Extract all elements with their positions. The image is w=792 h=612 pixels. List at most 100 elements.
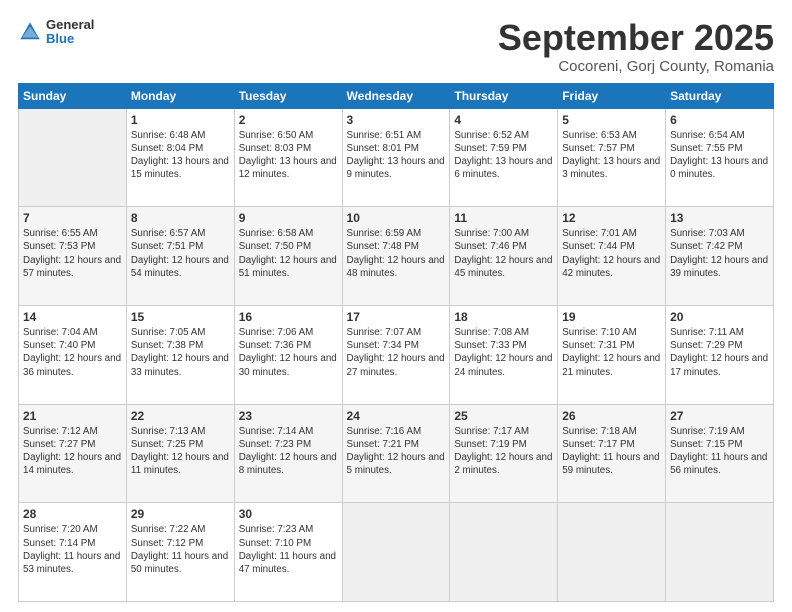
day-info: Sunrise: 7:19 AM Sunset: 7:15 PM Dayligh… <box>670 425 769 478</box>
day-number: 28 <box>23 507 122 521</box>
header-row: Sunday Monday Tuesday Wednesday Thursday… <box>19 83 774 108</box>
day-info: Sunrise: 7:11 AM Sunset: 7:29 PM Dayligh… <box>670 326 769 379</box>
day-number: 21 <box>23 409 122 423</box>
week-row-1: 1 Sunrise: 6:48 AM Sunset: 8:04 PM Daylig… <box>19 108 774 207</box>
col-monday: Monday <box>126 83 234 108</box>
day-cell: 1 Sunrise: 6:48 AM Sunset: 8:04 PM Daylig… <box>126 108 234 207</box>
day-info: Sunrise: 7:04 AM Sunset: 7:40 PM Dayligh… <box>23 326 122 379</box>
day-cell: 27 Sunrise: 7:19 AM Sunset: 7:15 PM Dayli… <box>666 404 774 503</box>
day-info: Sunrise: 7:10 AM Sunset: 7:31 PM Dayligh… <box>562 326 661 379</box>
day-info: Sunrise: 7:01 AM Sunset: 7:44 PM Dayligh… <box>562 227 661 280</box>
day-cell: 18 Sunrise: 7:08 AM Sunset: 7:33 PM Dayli… <box>450 305 558 404</box>
day-number: 2 <box>239 113 338 127</box>
day-cell: 15Sunrise: 7:05 AM Sunset: 7:38 PM Dayli… <box>126 305 234 404</box>
day-number: 17 <box>347 310 446 324</box>
day-cell: 6 Sunrise: 6:54 AM Sunset: 7:55 PM Daylig… <box>666 108 774 207</box>
day-info: Sunrise: 6:50 AM Sunset: 8:03 PM Dayligh… <box>239 129 338 182</box>
logo: General Blue <box>18 18 94 47</box>
day-cell: 2 Sunrise: 6:50 AM Sunset: 8:03 PM Daylig… <box>234 108 342 207</box>
day-cell <box>450 503 558 602</box>
day-number: 4 <box>454 113 553 127</box>
day-info: Sunrise: 6:48 AM Sunset: 8:04 PM Dayligh… <box>131 129 230 182</box>
day-info: Sunrise: 7:18 AM Sunset: 7:17 PM Dayligh… <box>562 425 661 478</box>
logo-general: General <box>46 18 94 32</box>
day-info: Sunrise: 6:57 AM Sunset: 7:51 PM Dayligh… <box>131 227 230 280</box>
col-friday: Friday <box>558 83 666 108</box>
day-number: 14 <box>23 310 122 324</box>
day-number: 15 <box>131 310 230 324</box>
day-cell: 21 Sunrise: 7:12 AM Sunset: 7:27 PM Dayli… <box>19 404 127 503</box>
day-number: 30 <box>239 507 338 521</box>
day-cell: 4 Sunrise: 6:52 AM Sunset: 7:59 PM Daylig… <box>450 108 558 207</box>
day-info: Sunrise: 6:54 AM Sunset: 7:55 PM Dayligh… <box>670 129 769 182</box>
logo-text: General Blue <box>46 18 94 47</box>
day-cell: 29Sunrise: 7:22 AM Sunset: 7:12 PM Dayli… <box>126 503 234 602</box>
day-cell: 14 Sunrise: 7:04 AM Sunset: 7:40 PM Dayli… <box>19 305 127 404</box>
day-number: 5 <box>562 113 661 127</box>
week-row-5: 28Sunrise: 7:20 AM Sunset: 7:14 PM Dayli… <box>19 503 774 602</box>
day-info: Sunrise: 6:58 AM Sunset: 7:50 PM Dayligh… <box>239 227 338 280</box>
day-info: Sunrise: 7:23 AM Sunset: 7:10 PM Dayligh… <box>239 523 338 576</box>
week-row-2: 7Sunrise: 6:55 AM Sunset: 7:53 PM Daylig… <box>19 207 774 306</box>
logo-blue: Blue <box>46 32 94 46</box>
location: Cocoreni, Gorj County, Romania <box>498 58 774 75</box>
day-info: Sunrise: 6:53 AM Sunset: 7:57 PM Dayligh… <box>562 129 661 182</box>
day-number: 24 <box>347 409 446 423</box>
day-cell: 19Sunrise: 7:10 AM Sunset: 7:31 PM Dayli… <box>558 305 666 404</box>
day-number: 16 <box>239 310 338 324</box>
day-number: 27 <box>670 409 769 423</box>
day-cell: 11 Sunrise: 7:00 AM Sunset: 7:46 PM Dayli… <box>450 207 558 306</box>
day-cell: 24Sunrise: 7:16 AM Sunset: 7:21 PM Dayli… <box>342 404 450 503</box>
day-cell: 20 Sunrise: 7:11 AM Sunset: 7:29 PM Dayli… <box>666 305 774 404</box>
col-thursday: Thursday <box>450 83 558 108</box>
week-row-4: 21 Sunrise: 7:12 AM Sunset: 7:27 PM Dayli… <box>19 404 774 503</box>
day-number: 3 <box>347 113 446 127</box>
day-number: 1 <box>131 113 230 127</box>
day-cell: 23 Sunrise: 7:14 AM Sunset: 7:23 PM Dayli… <box>234 404 342 503</box>
day-cell: 16 Sunrise: 7:06 AM Sunset: 7:36 PM Dayli… <box>234 305 342 404</box>
day-number: 20 <box>670 310 769 324</box>
col-sunday: Sunday <box>19 83 127 108</box>
col-saturday: Saturday <box>666 83 774 108</box>
day-info: Sunrise: 6:52 AM Sunset: 7:59 PM Dayligh… <box>454 129 553 182</box>
day-number: 6 <box>670 113 769 127</box>
day-cell <box>558 503 666 602</box>
day-info: Sunrise: 7:08 AM Sunset: 7:33 PM Dayligh… <box>454 326 553 379</box>
day-info: Sunrise: 7:12 AM Sunset: 7:27 PM Dayligh… <box>23 425 122 478</box>
day-number: 26 <box>562 409 661 423</box>
logo-icon <box>18 20 42 44</box>
day-number: 18 <box>454 310 553 324</box>
day-cell: 22Sunrise: 7:13 AM Sunset: 7:25 PM Dayli… <box>126 404 234 503</box>
day-cell: 25Sunrise: 7:17 AM Sunset: 7:19 PM Dayli… <box>450 404 558 503</box>
day-cell: 9Sunrise: 6:58 AM Sunset: 7:50 PM Daylig… <box>234 207 342 306</box>
day-number: 23 <box>239 409 338 423</box>
col-tuesday: Tuesday <box>234 83 342 108</box>
day-info: Sunrise: 6:51 AM Sunset: 8:01 PM Dayligh… <box>347 129 446 182</box>
day-info: Sunrise: 7:17 AM Sunset: 7:19 PM Dayligh… <box>454 425 553 478</box>
day-info: Sunrise: 7:22 AM Sunset: 7:12 PM Dayligh… <box>131 523 230 576</box>
day-info: Sunrise: 7:03 AM Sunset: 7:42 PM Dayligh… <box>670 227 769 280</box>
day-info: Sunrise: 7:14 AM Sunset: 7:23 PM Dayligh… <box>239 425 338 478</box>
calendar-header: Sunday Monday Tuesday Wednesday Thursday… <box>19 83 774 108</box>
day-number: 12 <box>562 211 661 225</box>
day-cell: 26 Sunrise: 7:18 AM Sunset: 7:17 PM Dayli… <box>558 404 666 503</box>
calendar-body: 1 Sunrise: 6:48 AM Sunset: 8:04 PM Daylig… <box>19 108 774 601</box>
day-info: Sunrise: 7:00 AM Sunset: 7:46 PM Dayligh… <box>454 227 553 280</box>
day-info: Sunrise: 6:55 AM Sunset: 7:53 PM Dayligh… <box>23 227 122 280</box>
day-cell: 13Sunrise: 7:03 AM Sunset: 7:42 PM Dayli… <box>666 207 774 306</box>
day-number: 8 <box>131 211 230 225</box>
day-cell: 12 Sunrise: 7:01 AM Sunset: 7:44 PM Dayli… <box>558 207 666 306</box>
day-cell: 7Sunrise: 6:55 AM Sunset: 7:53 PM Daylig… <box>19 207 127 306</box>
week-row-3: 14 Sunrise: 7:04 AM Sunset: 7:40 PM Dayli… <box>19 305 774 404</box>
day-cell: 3 Sunrise: 6:51 AM Sunset: 8:01 PM Daylig… <box>342 108 450 207</box>
calendar: Sunday Monday Tuesday Wednesday Thursday… <box>18 83 774 602</box>
page: General Blue September 2025 Cocoreni, Go… <box>0 0 792 612</box>
day-cell <box>19 108 127 207</box>
day-info: Sunrise: 7:06 AM Sunset: 7:36 PM Dayligh… <box>239 326 338 379</box>
month-title: September 2025 <box>498 18 774 58</box>
day-cell: 8 Sunrise: 6:57 AM Sunset: 7:51 PM Daylig… <box>126 207 234 306</box>
day-number: 10 <box>347 211 446 225</box>
day-info: Sunrise: 7:07 AM Sunset: 7:34 PM Dayligh… <box>347 326 446 379</box>
day-cell: 17 Sunrise: 7:07 AM Sunset: 7:34 PM Dayli… <box>342 305 450 404</box>
day-number: 11 <box>454 211 553 225</box>
